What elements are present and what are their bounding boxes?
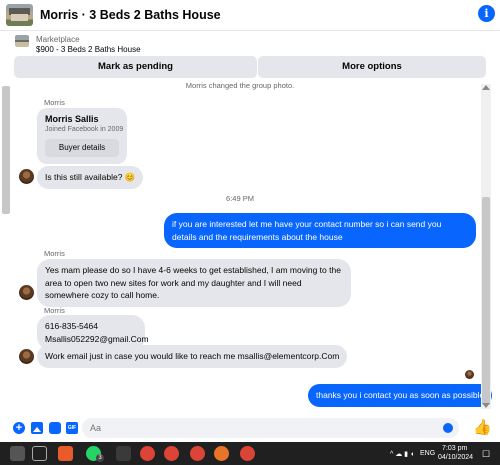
phone-number: 616-835-5464 <box>45 321 98 331</box>
sticker-icon[interactable] <box>49 422 61 434</box>
app-icon[interactable] <box>58 446 73 461</box>
buyer-profile-card: Morris Sallis Joined Facebook in 2009 Bu… <box>37 108 127 164</box>
chat-header: Morris · 3 Beds 2 Baths House i <box>0 0 500 31</box>
avatar[interactable] <box>19 349 34 364</box>
app-icon[interactable] <box>214 446 229 461</box>
listing-small-thumbnail <box>15 35 29 47</box>
buyer-details-button[interactable]: Buyer details <box>45 139 119 157</box>
listing-thumbnail[interactable] <box>6 4 33 26</box>
buyer-joined: Joined Facebook in 2009 <box>45 126 124 133</box>
message-input[interactable] <box>82 418 459 438</box>
task-view-icon[interactable] <box>32 446 47 461</box>
message-bubble: Is this still available? 😊 <box>37 166 144 189</box>
language-indicator[interactable]: ENG <box>420 450 435 457</box>
message-bubble: Yes mam please do so I have 4-6 weeks to… <box>37 259 351 307</box>
chrome-icon[interactable] <box>164 446 179 461</box>
message-bubble-outgoing: thanks you i contact you as soon as poss… <box>308 384 493 407</box>
sender-name: Morris <box>44 98 65 107</box>
photo-icon[interactable] <box>31 422 43 434</box>
avatar[interactable] <box>19 285 34 300</box>
sender-name: Morris <box>44 249 65 258</box>
windows-taskbar: 3 ^ ☁ ▮ ◖ ENG 7:03 pm 04/10/2024 ☐ <box>0 442 500 465</box>
clock-date[interactable]: 04/10/2024 <box>438 454 473 461</box>
sender-name: Morris <box>44 306 65 315</box>
tray-icons[interactable]: ^ ☁ ▮ ◖ <box>390 450 414 458</box>
thumbs-up-icon[interactable]: 👍 <box>473 419 492 437</box>
notification-badge: 3 <box>96 454 104 462</box>
more-options-button[interactable]: More options <box>258 56 486 78</box>
info-icon[interactable]: i <box>478 5 495 22</box>
emoji-icon[interactable] <box>443 423 453 433</box>
chrome-icon[interactable] <box>240 446 255 461</box>
file-explorer-icon[interactable] <box>116 446 131 461</box>
mark-as-pending-button[interactable]: Mark as pending <box>14 56 257 78</box>
listing-title[interactable]: $900 - 3 Beds 2 Baths House <box>36 45 141 54</box>
start-icon[interactable] <box>10 446 25 461</box>
seen-avatar <box>465 370 474 379</box>
marketplace-label: Marketplace <box>36 35 80 44</box>
system-message: Morris changed the group photo. <box>185 81 295 90</box>
conversation-title[interactable]: Morris · 3 Beds 2 Baths House <box>40 8 221 22</box>
timestamp: 6:49 PM <box>226 194 254 203</box>
plus-icon[interactable]: + <box>13 422 25 434</box>
message-bubble-outgoing: if you are interested let me have your c… <box>164 213 476 248</box>
notifications-icon[interactable]: ☐ <box>482 449 490 460</box>
chrome-icon[interactable] <box>140 446 155 461</box>
email-address[interactable]: Msallis052292@gmail.Com <box>45 333 149 346</box>
scrollbar-thumb[interactable] <box>482 197 490 405</box>
avatar[interactable] <box>19 169 34 184</box>
buyer-name: Morris Sallis <box>45 114 99 124</box>
scroll-down-arrow-icon[interactable] <box>482 403 490 408</box>
chrome-icon[interactable] <box>190 446 205 461</box>
message-composer: + GIF 👍 <box>0 415 500 442</box>
message-bubble: Work email just in case you would like t… <box>37 345 348 368</box>
clock-time[interactable]: 7:03 pm <box>442 445 467 452</box>
gif-icon[interactable]: GIF <box>66 422 78 434</box>
scroll-up-arrow-icon[interactable] <box>482 85 490 90</box>
chat-scrollbar[interactable] <box>481 84 491 409</box>
